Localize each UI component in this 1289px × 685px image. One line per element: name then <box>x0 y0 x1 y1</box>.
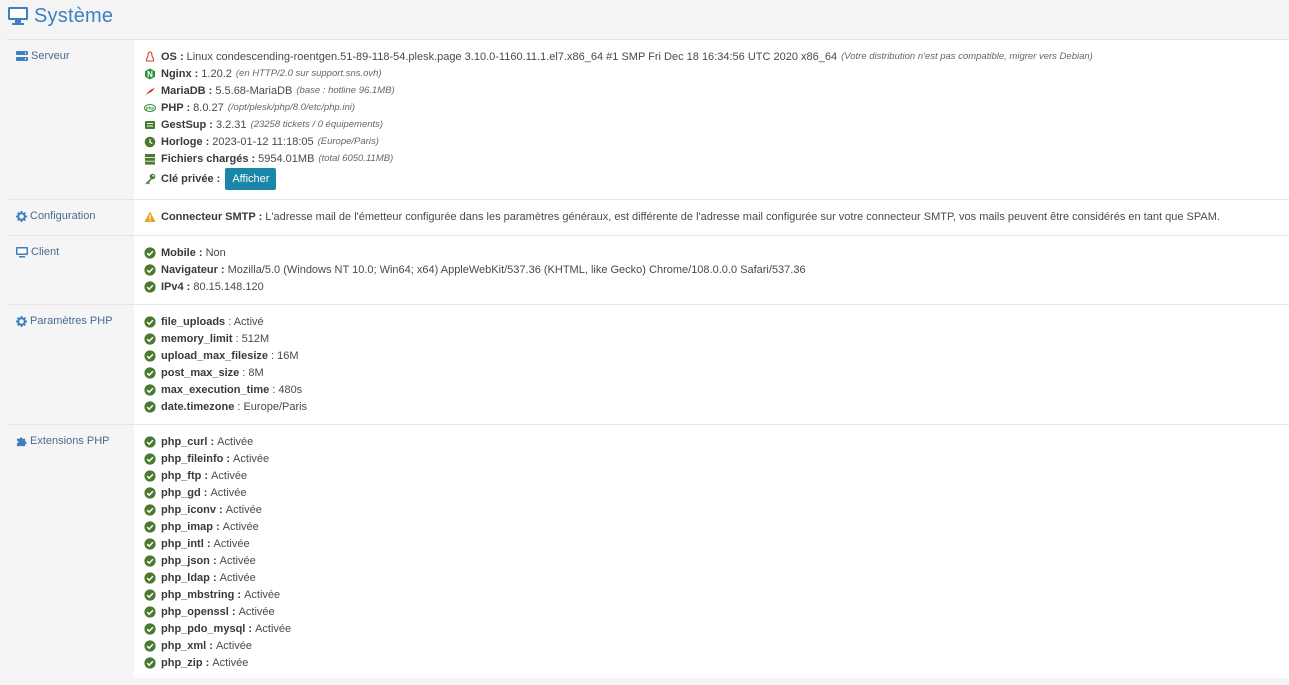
section-configuration: Configuration Connecteur SMTP : L'adress… <box>7 200 1289 236</box>
check-circle-icon <box>144 622 156 635</box>
database-icon <box>145 153 155 165</box>
php-extension-item: php_fileinfo : Activée <box>144 450 1289 467</box>
gestsup-line: GestSup : 3.2.31 (23258 tickets / 0 équi… <box>144 116 1289 133</box>
svg-text:N: N <box>147 70 153 79</box>
php-extension-item: php_zip : Activée <box>144 654 1289 671</box>
ticket-icon <box>145 120 155 129</box>
php-icon: php <box>144 103 156 112</box>
afficher-button[interactable]: Afficher <box>225 168 277 190</box>
section-values-client: Mobile : Non Navigateur : Mozilla/5.0 (Wind… <box>134 236 1289 304</box>
check-circle-icon <box>144 280 156 293</box>
check-circle-icon <box>144 452 156 465</box>
php-extension-item: php_imap : Activée <box>144 518 1289 535</box>
os-line: OS : Linux condescending-roentgen.51-89-… <box>144 48 1289 65</box>
fichiers-line: Fichiers chargés : 5954.01MB (total 6050… <box>144 150 1289 167</box>
clock-icon <box>144 136 156 147</box>
check-circle-icon <box>144 400 156 413</box>
client-info-item: IPv4 :80.15.148.120 <box>144 278 1289 295</box>
check-circle-icon <box>144 605 156 618</box>
monitor-icon <box>16 247 28 258</box>
check-circle-icon <box>144 263 156 276</box>
section-values-php-params: file_uploads: Activé memory_limit: 512M up… <box>134 305 1289 424</box>
warning-icon <box>144 211 156 222</box>
gear-icon <box>16 316 27 327</box>
check-circle-icon <box>144 571 156 584</box>
php-extension-item: php_intl : Activée <box>144 535 1289 552</box>
page-header: Système <box>0 0 1289 32</box>
php-extension-item: php_ldap : Activée <box>144 569 1289 586</box>
php-extension-item: php_xml : Activée <box>144 637 1289 654</box>
client-info-item: Navigateur : Mozilla/5.0 (Windows NT 10.0… <box>144 261 1289 278</box>
check-circle-icon <box>144 332 156 345</box>
monitor-icon <box>8 7 28 25</box>
section-label-serveur: Serveur <box>7 40 134 199</box>
key-icon <box>145 173 156 185</box>
check-circle-icon <box>144 639 156 652</box>
php-extension-item: php_pdo_mysql : Activée <box>144 620 1289 637</box>
check-circle-icon <box>144 537 156 550</box>
php-extension-item: php_openssl : Activée <box>144 603 1289 620</box>
check-circle-icon <box>144 383 156 396</box>
svg-text:php: php <box>146 105 154 110</box>
check-circle-icon <box>144 554 156 567</box>
section-serveur: Serveur OS : Linux condescending-roentge… <box>7 40 1289 200</box>
section-label-client: Client <box>7 236 134 304</box>
php-extension-item: php_iconv : Activée <box>144 501 1289 518</box>
linux-icon <box>145 50 155 62</box>
check-circle-icon <box>144 503 156 516</box>
php-extension-item: php_ftp : Activée <box>144 467 1289 484</box>
check-circle-icon <box>144 469 156 482</box>
mariadb-line: MariaDB : 5.5.68-MariaDB (base : hotline… <box>144 82 1289 99</box>
cle-privee-line: Clé privée : Afficher <box>144 168 1289 190</box>
check-circle-icon <box>144 366 156 379</box>
section-values-configuration: Connecteur SMTP : L'adresse mail de l'ém… <box>134 200 1289 235</box>
php-param-item: post_max_size: 8M <box>144 364 1289 381</box>
check-circle-icon <box>144 435 156 448</box>
php-extension-item: php_json : Activée <box>144 552 1289 569</box>
php-extension-item: php_curl : Activée <box>144 433 1289 450</box>
page-title: Système <box>34 4 114 27</box>
puzzle-icon <box>16 437 27 447</box>
check-circle-icon <box>144 246 156 259</box>
system-panel: Serveur OS : Linux condescending-roentge… <box>7 39 1289 685</box>
check-circle-icon <box>144 656 156 669</box>
php-extension-item: php_gd : Activée <box>144 484 1289 501</box>
section-label-php-ext: Extensions PHP <box>7 425 134 685</box>
nginx-line: N Nginx : 1.20.2 (en HTTP/2.0 sur suppor… <box>144 65 1289 82</box>
nginx-icon: N <box>145 68 155 79</box>
check-circle-icon <box>144 520 156 533</box>
php-param-item: file_uploads: Activé <box>144 313 1289 330</box>
php-param-item: date.timezone: Europe/Paris <box>144 398 1289 415</box>
mariadb-icon <box>145 86 155 96</box>
section-php-params: Paramètres PHP file_uploads: Activé memor… <box>7 305 1289 425</box>
gear-icon <box>16 211 27 222</box>
horloge-line: Horloge : 2023-01-12 11:18:05 (Europe/Pa… <box>144 133 1289 150</box>
client-info-item: Mobile : Non <box>144 244 1289 261</box>
php-param-item: memory_limit: 512M <box>144 330 1289 347</box>
section-php-ext: Extensions PHP php_curl : Activée php_file… <box>7 425 1289 685</box>
check-circle-icon <box>144 588 156 601</box>
section-label-configuration: Configuration <box>7 200 134 235</box>
section-values-serveur: OS : Linux condescending-roentgen.51-89-… <box>134 40 1289 199</box>
section-values-php-ext: php_curl : Activée php_fileinfo : Activée ph… <box>134 425 1289 685</box>
php-param-item: upload_max_filesize: 16M <box>144 347 1289 364</box>
php-line: php PHP : 8.0.27 (/opt/plesk/php/8.0/etc… <box>144 101 356 114</box>
php-extension-item: php_mbstring : Activée <box>144 586 1289 603</box>
php-param-item: max_execution_time: 480s <box>144 381 1289 398</box>
section-client: Client Mobile : Non Navigateur : Mozilla/5.… <box>7 236 1289 305</box>
check-circle-icon <box>144 315 156 328</box>
server-icon <box>16 51 28 61</box>
smtp-line: Connecteur SMTP : L'adresse mail de l'ém… <box>144 208 1289 225</box>
section-label-php-params: Paramètres PHP <box>7 305 134 424</box>
check-circle-icon <box>144 486 156 499</box>
check-circle-icon <box>144 349 156 362</box>
